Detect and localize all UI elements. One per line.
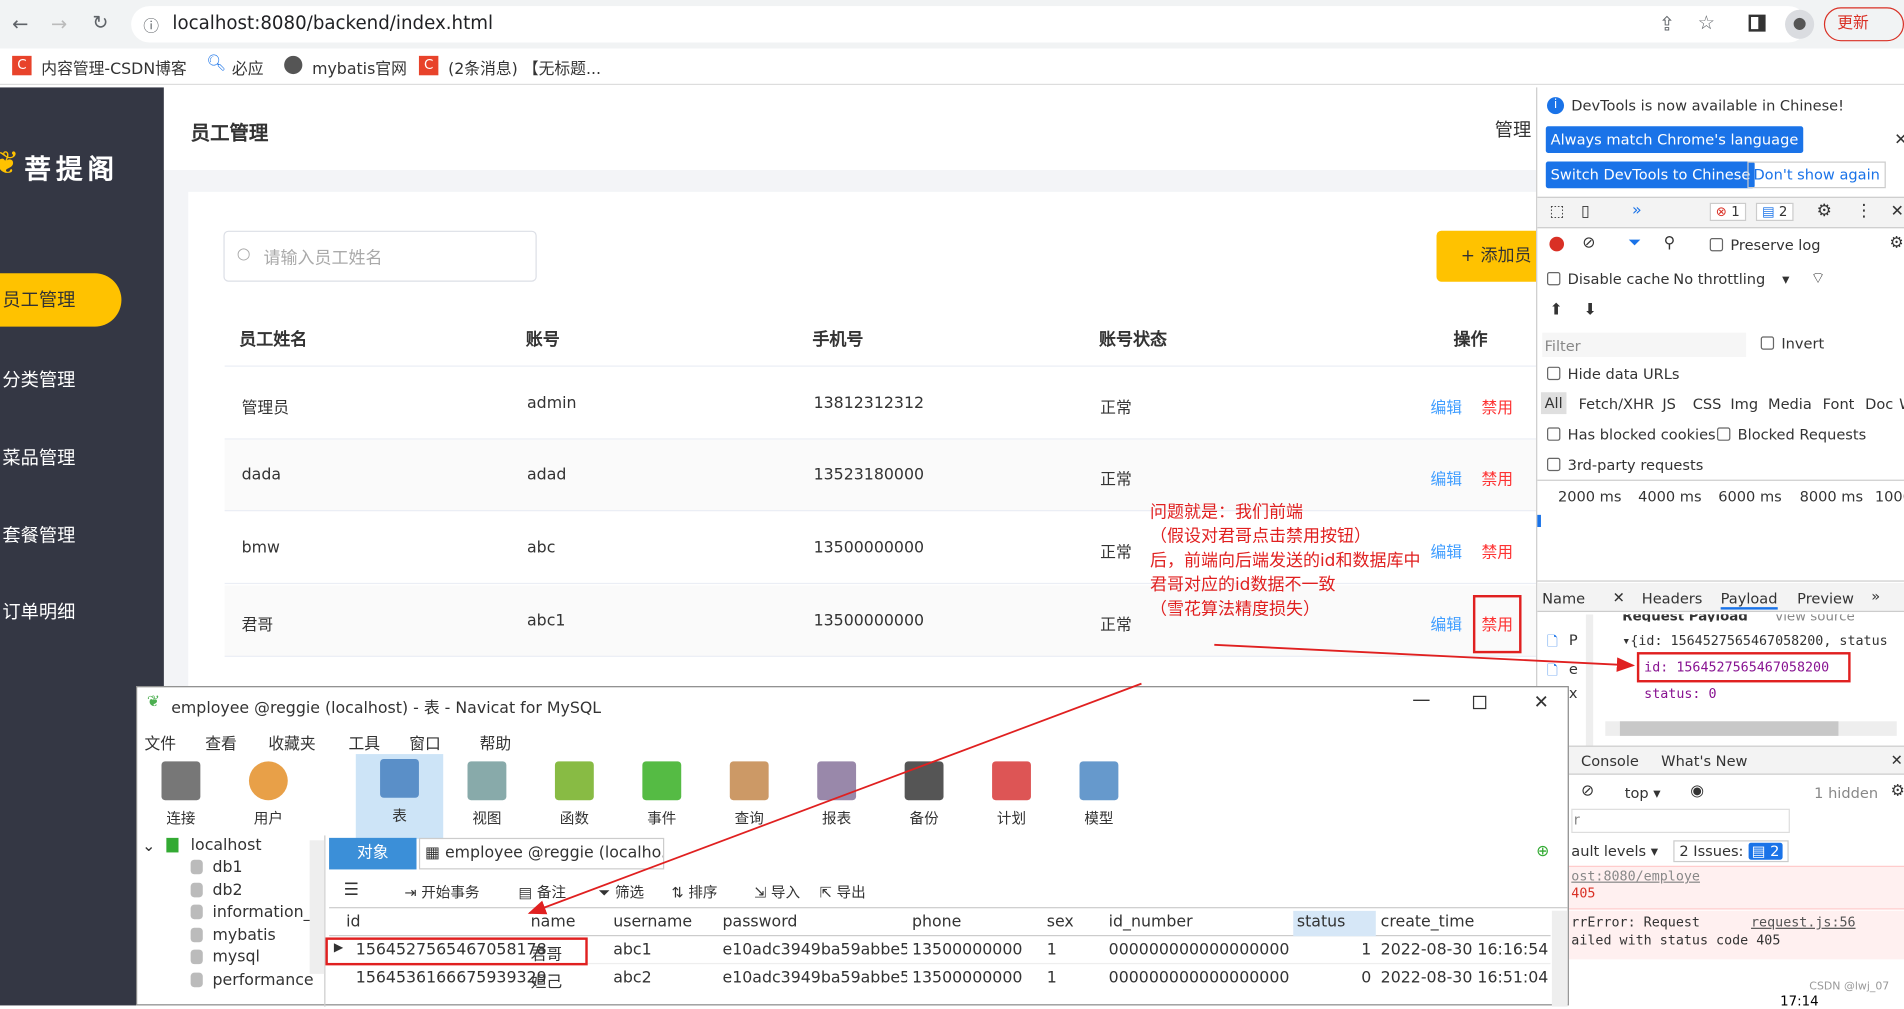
arrow-to-db-row [527,682,1142,915]
arrow-to-payload [1214,643,1636,672]
annotation-arrows [527,643,1636,915]
